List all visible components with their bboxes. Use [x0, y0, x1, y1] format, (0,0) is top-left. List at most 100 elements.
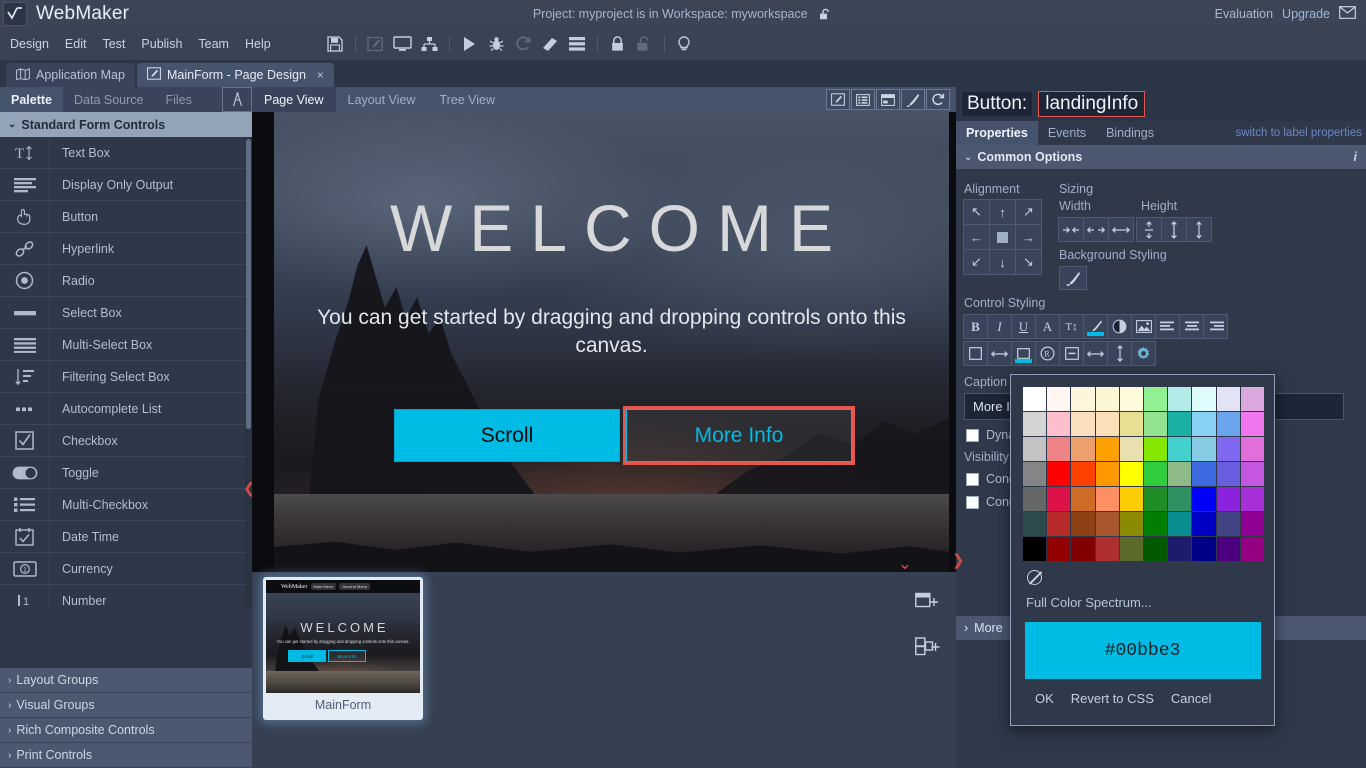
tab-events[interactable]: Events [1038, 121, 1096, 145]
conditional-checkbox-2[interactable] [966, 496, 979, 509]
color-swatch[interactable] [1047, 412, 1070, 436]
palette-group-layout-groups[interactable]: › Layout Groups [0, 668, 252, 693]
color-swatch[interactable] [1241, 512, 1264, 536]
preview-monitor-icon[interactable] [390, 32, 415, 56]
color-swatch[interactable] [1192, 487, 1215, 511]
color-swatch[interactable] [1120, 487, 1143, 511]
color-swatch[interactable] [1241, 387, 1264, 411]
menu-design[interactable]: Design [2, 37, 57, 51]
server-stack-icon[interactable] [565, 32, 590, 56]
color-swatch[interactable] [1192, 387, 1215, 411]
color-swatch[interactable] [1241, 537, 1264, 561]
menu-help[interactable]: Help [237, 37, 279, 51]
color-swatch[interactable] [1144, 487, 1167, 511]
lock-open-icon[interactable] [632, 32, 657, 56]
align-top-right-icon[interactable]: ↗ [1015, 199, 1042, 225]
italic-icon[interactable]: I [987, 314, 1012, 339]
color-swatch[interactable] [1168, 387, 1191, 411]
edit-design-icon[interactable] [826, 89, 850, 110]
envelope-icon[interactable] [1339, 6, 1356, 22]
color-swatch[interactable] [1120, 437, 1143, 461]
color-swatch[interactable] [1047, 512, 1070, 536]
color-swatch[interactable] [1192, 462, 1215, 486]
color-swatch[interactable] [1047, 487, 1070, 511]
color-swatch[interactable] [1144, 437, 1167, 461]
debug-bug-icon[interactable] [484, 32, 509, 56]
save-icon[interactable] [323, 32, 348, 56]
color-swatch[interactable] [1241, 487, 1264, 511]
font-family-icon[interactable]: A [1035, 314, 1060, 339]
full-color-spectrum-link[interactable]: Full Color Spectrum... [1026, 595, 1274, 610]
color-swatch[interactable] [1168, 537, 1191, 561]
color-swatch[interactable] [1096, 437, 1119, 461]
dynamic-checkbox[interactable] [966, 429, 979, 442]
palette-item-filtering-select-box[interactable]: Filtering Select Box [0, 361, 252, 393]
color-swatch[interactable] [1096, 412, 1119, 436]
underline-icon[interactable]: U [1011, 314, 1036, 339]
unlocked-padlock-icon[interactable] [819, 7, 833, 21]
tab-data-source[interactable]: Data Source [63, 87, 154, 112]
tab-files[interactable]: Files [154, 87, 202, 112]
align-bottom-center-icon[interactable]: ↓ [989, 249, 1016, 275]
height-arrow-icon[interactable] [1107, 341, 1132, 366]
color-swatch[interactable] [1023, 537, 1046, 561]
color-swatch[interactable] [1071, 512, 1094, 536]
height-shrink-icon[interactable] [1136, 217, 1162, 242]
height-fit-icon[interactable] [1161, 217, 1187, 242]
palette-group-print-controls[interactable]: › Print Controls [0, 743, 252, 768]
align-center-text-icon[interactable] [1179, 314, 1204, 339]
align-right-icon[interactable] [1203, 314, 1228, 339]
common-options-section-header[interactable]: ⌄ Common Options i [956, 145, 1366, 169]
color-swatch[interactable] [1217, 437, 1240, 461]
palette-item-text-box[interactable]: T Text Box [0, 137, 252, 169]
registered-icon[interactable]: R [1035, 341, 1060, 366]
color-swatch[interactable] [1071, 462, 1094, 486]
design-canvas[interactable]: WELCOME You can get started by dragging … [252, 112, 956, 572]
contrast-icon[interactable] [1107, 314, 1132, 339]
color-swatch[interactable] [1096, 487, 1119, 511]
width-shrink-icon[interactable] [1058, 217, 1084, 242]
palette-group-visual-groups[interactable]: › Visual Groups [0, 693, 252, 718]
menu-publish[interactable]: Publish [133, 37, 190, 51]
bold-icon[interactable]: B [963, 314, 988, 339]
refresh-canvas-icon[interactable] [926, 89, 950, 110]
palette-item-display-only-output[interactable]: Display Only Output [0, 169, 252, 201]
ok-button[interactable]: OK [1035, 691, 1054, 706]
page-thumbnail-mainform[interactable]: WebMaker Main Menu Second Menu WELCOME Y… [263, 577, 423, 720]
height-expand-icon[interactable] [1186, 217, 1212, 242]
align-middle-left-icon[interactable]: ← [963, 224, 990, 250]
color-swatch[interactable] [1217, 412, 1240, 436]
tab-application-map[interactable]: Application Map [6, 63, 135, 87]
align-middle-right-icon[interactable]: → [1015, 224, 1042, 250]
tab-bindings[interactable]: Bindings [1096, 121, 1164, 145]
color-swatch[interactable] [1071, 487, 1094, 511]
color-swatch[interactable] [1023, 462, 1046, 486]
menu-test[interactable]: Test [94, 37, 133, 51]
width-arrow-icon[interactable] [1083, 341, 1108, 366]
color-swatch[interactable] [1168, 487, 1191, 511]
border-icon[interactable] [963, 341, 988, 366]
width-expand-icon[interactable] [1108, 217, 1134, 242]
revert-to-css-button[interactable]: Revert to CSS [1071, 691, 1154, 706]
color-swatch[interactable] [1241, 462, 1264, 486]
width-fit-icon[interactable] [1083, 217, 1109, 242]
cancel-button[interactable]: Cancel [1171, 691, 1211, 706]
align-left-icon[interactable] [1155, 314, 1180, 339]
background-styling-paintbrush-icon[interactable] [1059, 266, 1087, 290]
color-swatch[interactable] [1047, 387, 1070, 411]
palette-item-number[interactable]: 1 Number [0, 585, 252, 608]
color-picker-popup[interactable]: Full Color Spectrum... #00bbe3 OK Revert… [1010, 374, 1275, 726]
fill-color-icon[interactable] [1011, 341, 1036, 366]
palette-item-button[interactable]: Button [0, 201, 252, 233]
tab-palette[interactable]: Palette [0, 87, 63, 112]
align-bottom-left-icon[interactable]: ↙ [963, 249, 990, 275]
add-page-group-icon[interactable] [915, 637, 940, 661]
color-swatch[interactable] [1168, 462, 1191, 486]
align-bottom-right-icon[interactable]: ↘ [1015, 249, 1042, 275]
color-swatch[interactable] [1144, 412, 1167, 436]
palette-item-select-box[interactable]: Select Box [0, 297, 252, 329]
color-swatch[interactable] [1120, 512, 1143, 536]
color-swatch[interactable] [1096, 462, 1119, 486]
color-swatch[interactable] [1192, 512, 1215, 536]
color-swatch[interactable] [1192, 412, 1215, 436]
